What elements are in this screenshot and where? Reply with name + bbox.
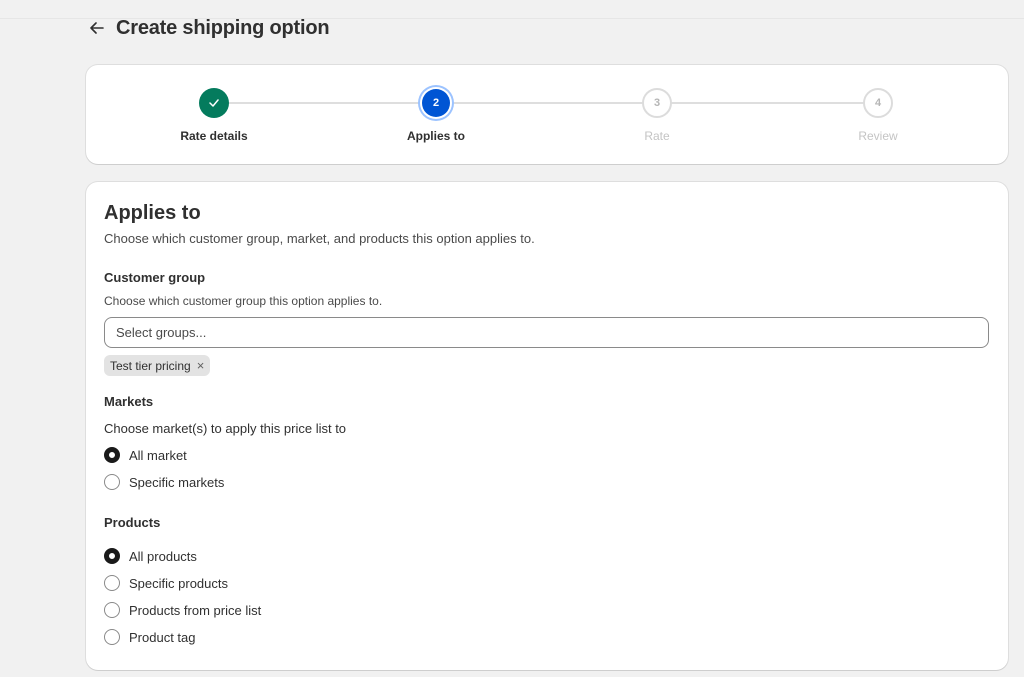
section-description: Choose which customer group, market, and… <box>104 231 535 246</box>
radio-button[interactable] <box>104 602 120 618</box>
radio-label: Specific products <box>129 575 228 591</box>
section-title: Applies to <box>104 202 201 224</box>
customer-group-tag: Test tier pricing × <box>104 355 211 376</box>
customer-group-help: Choose which customer group this option … <box>104 294 383 308</box>
radio-label: All market <box>129 447 187 463</box>
markets-label: Markets <box>104 394 154 409</box>
page-title: Create shipping option <box>116 16 330 39</box>
step-complete-circle <box>199 88 229 118</box>
remove-tag-icon[interactable]: × <box>197 359 205 372</box>
step-number: 2 <box>422 89 450 117</box>
step-rate-details[interactable]: Rate details <box>154 88 274 143</box>
page-header: Create shipping option <box>88 14 330 42</box>
step-number: 3 <box>642 88 672 118</box>
step-label: Review <box>858 129 898 143</box>
stepper-card: Rate details 2 Applies to 3 Rate 4 Revie… <box>86 65 1008 164</box>
tag-label: Test tier pricing <box>110 358 191 373</box>
radio-label: Products from price list <box>129 602 262 618</box>
radio-button[interactable] <box>104 629 120 645</box>
radio-button[interactable] <box>104 474 120 490</box>
applies-to-card: Applies to Choose which customer group, … <box>86 182 1008 670</box>
select-placeholder: Select groups... <box>116 325 207 340</box>
radio-products-from-price-list[interactable]: Products from price list <box>104 600 261 620</box>
step-number: 4 <box>863 88 893 118</box>
radio-button[interactable] <box>104 447 120 463</box>
step-review[interactable]: 4 Review <box>818 88 938 143</box>
radio-specific-markets[interactable]: Specific markets <box>104 472 224 492</box>
markets-prompt: Choose market(s) to apply this price lis… <box>104 421 347 436</box>
radio-label: Specific markets <box>129 474 225 490</box>
step-label: Rate details <box>180 129 248 143</box>
radio-button[interactable] <box>104 575 120 591</box>
customer-group-label: Customer group <box>104 270 206 285</box>
products-label: Products <box>104 515 161 530</box>
radio-all-market[interactable]: All market <box>104 445 187 465</box>
radio-product-tag[interactable]: Product tag <box>104 627 196 647</box>
radio-label: All products <box>129 548 197 564</box>
radio-button[interactable] <box>104 548 120 564</box>
radio-specific-products[interactable]: Specific products <box>104 573 228 593</box>
arrow-left-icon[interactable] <box>88 19 106 37</box>
step-applies-to[interactable]: 2 Applies to <box>376 88 496 143</box>
step-label: Rate <box>644 129 670 143</box>
step-label: Applies to <box>406 129 465 143</box>
customer-group-select[interactable]: Select groups... <box>104 317 989 348</box>
checkmark-icon <box>209 99 219 107</box>
step-rate[interactable]: 3 Rate <box>597 88 717 143</box>
radio-label: Product tag <box>129 629 196 645</box>
radio-all-products[interactable]: All products <box>104 546 197 566</box>
